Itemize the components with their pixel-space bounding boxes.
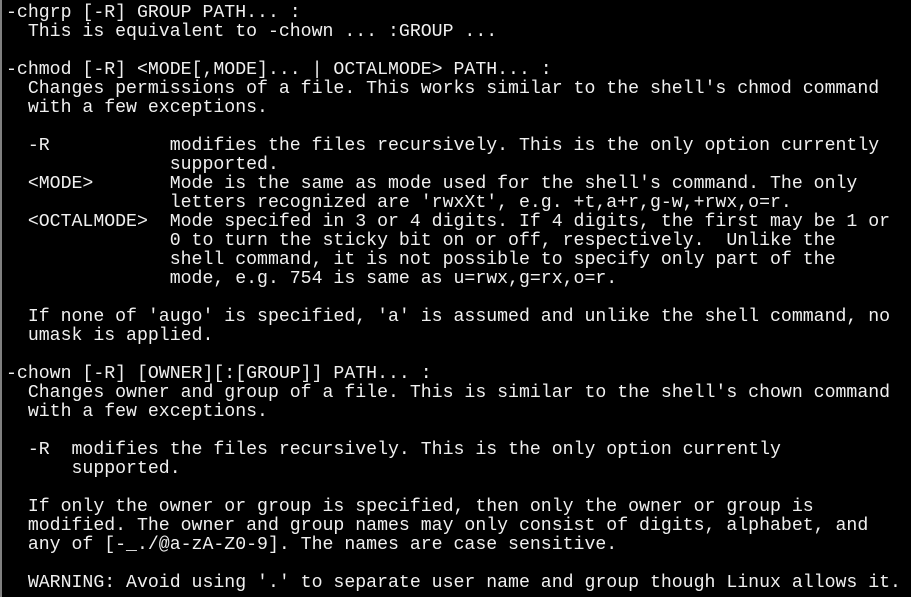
terminal-line: supported.: [6, 155, 279, 175]
terminal-line: Changes permissions of a file. This work…: [6, 79, 880, 99]
terminal-line: <MODE> Mode is the same as mode used for…: [6, 174, 858, 194]
terminal-line: -chown [-R] [OWNER][:[GROUP]] PATH... :: [6, 364, 432, 384]
terminal-line: any of [-_./@a-zA-Z0-9]. The names are c…: [6, 535, 618, 555]
terminal-line: This is equivalent to -chown ... :GROUP …: [6, 22, 498, 42]
terminal-line: <OCTALMODE> Mode specifed in 3 or 4 digi…: [6, 212, 891, 232]
terminal-window[interactable]: -chgrp [-R] GROUP PATH... : This is equi…: [0, 0, 911, 597]
terminal-line: modified. The owner and group names may …: [6, 516, 869, 536]
terminal-line: with a few exceptions.: [6, 402, 268, 422]
terminal-line: letters recognized are 'rwxXt', e.g. +t,…: [6, 193, 792, 213]
terminal-line: shell command, it is not possible to spe…: [6, 250, 836, 270]
terminal-line: supported.: [6, 459, 181, 479]
terminal-line: Changes owner and group of a file. This …: [6, 383, 891, 403]
terminal-line: WARNING: Avoid using '.' to separate use…: [6, 573, 901, 593]
terminal-line: mode, e.g. 754 is same as u=rwx,g=rx,o=r…: [6, 269, 618, 289]
terminal-line: with a few exceptions.: [6, 98, 268, 118]
terminal-line: If none of 'augo' is specified, 'a' is a…: [6, 307, 891, 327]
terminal-line: If only the owner or group is specified,…: [6, 497, 814, 517]
terminal-line: umask is applied.: [6, 326, 214, 346]
terminal-line: -chgrp [-R] GROUP PATH... :: [6, 3, 301, 23]
terminal-line: -chmod [-R] <MODE[,MODE]... | OCTALMODE>…: [6, 60, 552, 80]
terminal-line: -R modifies the files recursively. This …: [6, 136, 880, 156]
terminal-line: 0 to turn the sticky bit on or off, resp…: [6, 231, 836, 251]
terminal-line: -R modifies the files recursively. This …: [6, 440, 781, 460]
